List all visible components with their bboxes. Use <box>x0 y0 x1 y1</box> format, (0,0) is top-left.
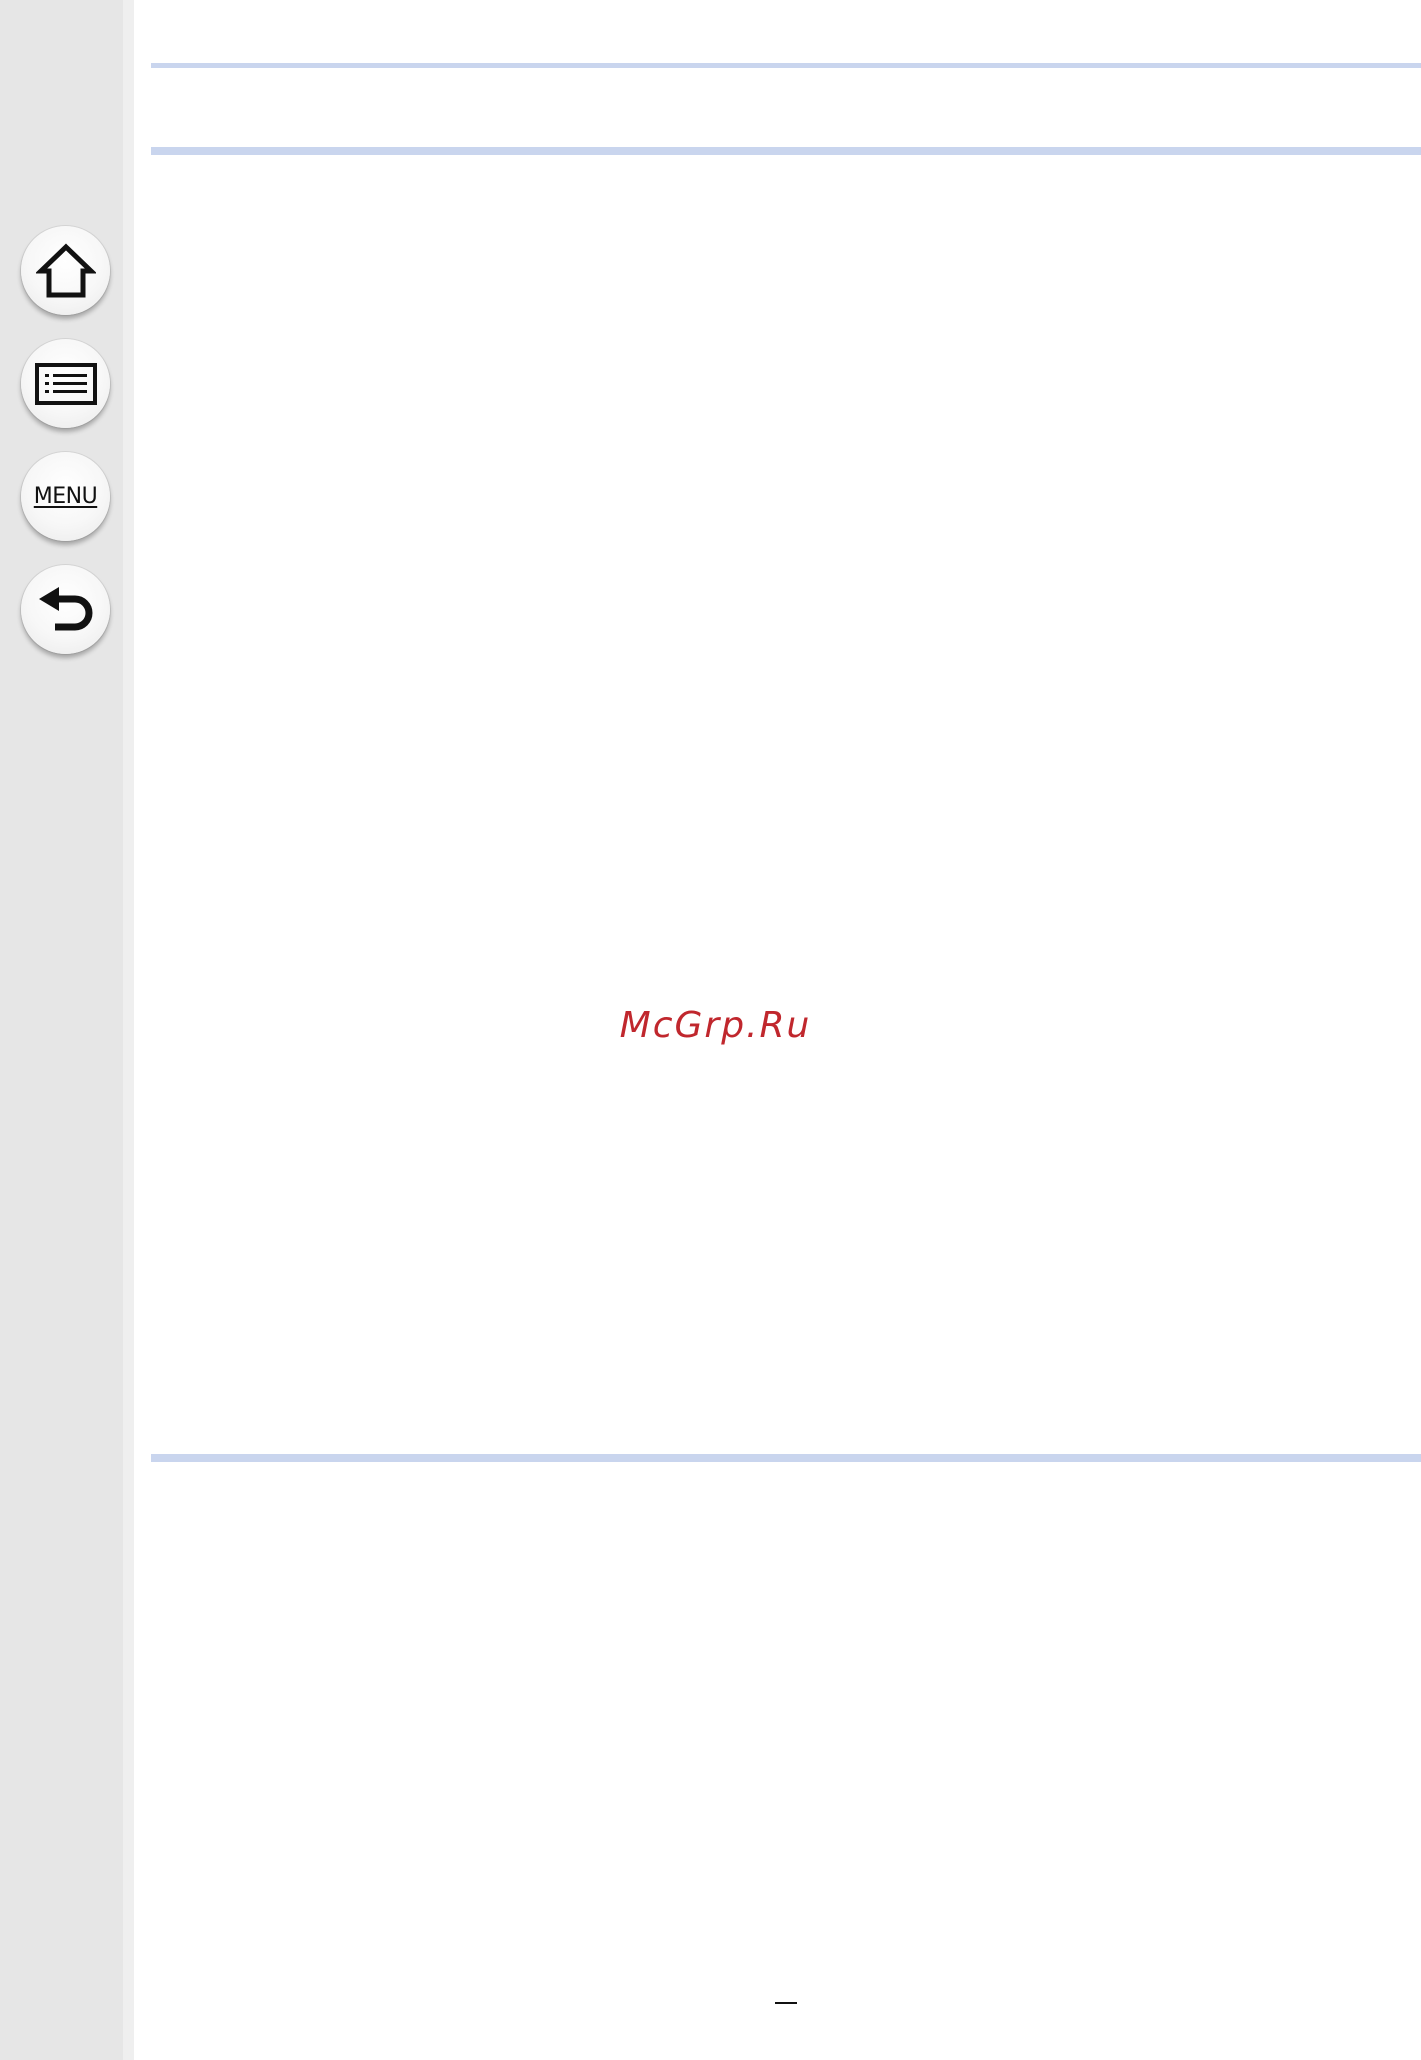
menu-button-label: MENU <box>33 484 98 509</box>
page-number-dash <box>775 2002 797 2004</box>
section-rule <box>151 1454 1421 1462</box>
back-button[interactable] <box>21 565 110 654</box>
header-rule-bottom <box>151 147 1421 155</box>
return-arrow-icon <box>38 586 92 630</box>
menu-button[interactable]: MENU <box>21 452 110 541</box>
manual-page: MENU McGrp.Ru <box>0 0 1421 2060</box>
header-rule-top <box>151 63 1421 68</box>
home-icon <box>35 243 96 297</box>
contents-button[interactable] <box>21 339 110 428</box>
list-icon <box>34 362 97 405</box>
watermark-text: McGrp.Ru <box>619 1005 812 1046</box>
home-button[interactable] <box>21 226 110 315</box>
